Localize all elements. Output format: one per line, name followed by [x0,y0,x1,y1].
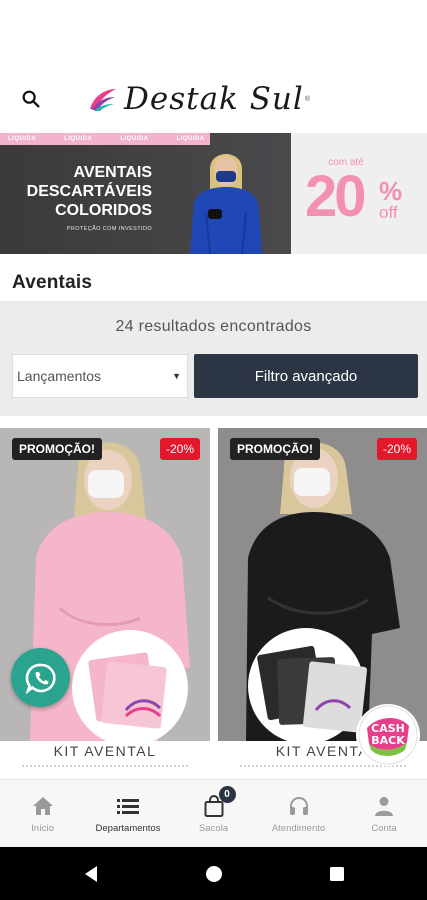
nav-item-conta[interactable]: Conta [341,780,427,848]
banner-title-line: AVENTAIS [73,164,152,181]
stripe-label: LIQUIDA [8,136,37,142]
whatsapp-icon [25,663,56,695]
cart-count-badge: 0 [218,786,236,803]
sort-select[interactable]: Lançamentos ▼ [12,354,188,398]
brand-logo[interactable]: Destak Sul ® [88,78,310,120]
logo-text: Destak Sul [124,81,304,117]
banner-model-image [190,154,262,254]
product-image[interactable]: PROMOÇÃO! -20% [218,428,427,741]
headset-icon [287,794,311,818]
bag-icon: 0 [202,786,236,818]
banner-title: AVENTAIS DESCARTÁVEIS COLORIDOS [18,163,152,220]
product-card[interactable]: PROMOÇÃO! -20% KIT AVENTAL [0,428,210,773]
nav-item-atendimento[interactable]: Atendimento [256,780,341,848]
product-name[interactable]: KIT AVENTAL [0,743,210,759]
nav-label: Atendimento [271,823,326,834]
advanced-filter-button[interactable]: Filtro avançado [194,354,418,398]
stripe-label: LIQUIDA [176,136,205,142]
home-icon [31,794,55,818]
nav-label: Conta [371,823,397,834]
back-triangle-icon [85,866,97,882]
recents-button[interactable] [327,864,347,884]
promo-value: 20 [305,164,366,229]
search-icon [22,90,40,108]
logo-wing-icon [90,89,116,111]
banner-discount-panel: com até 20 % off [291,133,427,254]
results-count: 24 resultados encontrados [115,318,312,335]
person-icon [372,794,396,818]
promo-badge: PROMOÇÃO! [12,438,102,460]
nav-item-sacola[interactable]: 0 Sacola [171,780,256,848]
product-subtitle-cutoff [22,765,188,769]
cashback-button[interactable]: CASH BACK [356,704,420,766]
nav-item-inicio[interactable]: Início [0,780,85,848]
nav-label: Sacola [198,823,229,834]
stripe-label: LIQUIDA [64,136,93,142]
page-title: Aventais [12,272,93,293]
back-button[interactable] [81,864,101,884]
promo-off: off [379,203,398,222]
recents-square-icon [330,867,344,881]
nav-label: Departamentos [95,823,161,834]
banner-title-line: COLORIDOS [55,202,152,219]
bottom-nav: Início Departamentos 0 Sacola Atendiment… [0,779,427,847]
banner-subtitle: PROTEÇÃO COM INVESTIDO [66,226,152,232]
promo-percent: % [379,176,403,206]
banner-title-line: DESCARTÁVEIS [26,183,152,200]
app-header: Destak Sul ® [0,0,427,130]
home-circle-icon [206,866,222,882]
system-nav-bar [0,847,427,900]
logo-registered-mark: ® [304,95,310,103]
home-system-button[interactable] [204,864,224,884]
nav-item-departamentos[interactable]: Departamentos [85,780,171,848]
discount-badge: -20% [376,438,417,460]
filter-panel: 24 resultados encontrados Lançamentos ▼ … [0,301,427,416]
whatsapp-button[interactable] [11,648,70,707]
cashback-label: BACK [371,734,405,747]
promo-badge: PROMOÇÃO! [230,438,320,460]
app-screen: Destak Sul ® LIQUIDA LIQUIDA LIQUIDA LIQ… [0,0,427,900]
cashback-icon: CASH BACK [358,705,418,765]
dropdown-arrow-icon: ▼ [172,371,181,381]
list-icon [116,794,140,818]
banner-left-panel: LIQUIDA LIQUIDA LIQUIDA LIQUIDA AVENTAIS… [0,133,291,254]
sort-selected-value: Lançamentos [17,368,102,384]
search-button[interactable] [16,84,46,114]
promo-banner[interactable]: LIQUIDA LIQUIDA LIQUIDA LIQUIDA AVENTAIS… [0,133,427,254]
stripe-label: LIQUIDA [120,136,149,142]
nav-label: Início [31,823,54,834]
product-photo-black-apron [218,428,427,741]
discount-badge: -20% [159,438,200,460]
